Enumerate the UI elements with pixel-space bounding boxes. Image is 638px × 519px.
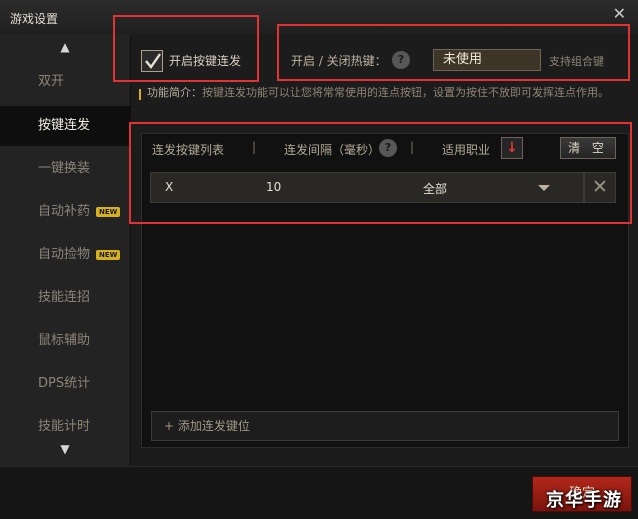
column-header-interval: 连发间隔（毫秒）	[284, 143, 381, 157]
sidebar-item-dps-stats[interactable]: DPS统计	[0, 364, 130, 404]
title-bar: 游戏设置 ✕	[0, 0, 638, 35]
row-interval[interactable]: 10	[266, 180, 281, 194]
footer-bar: 确定	[0, 466, 638, 519]
intro-marker	[139, 89, 141, 100]
main-panel: 开启按键连发 开启 / 关闭热键： ? 未使用 支持组合键 功能简介：按键连发功…	[131, 34, 638, 466]
sidebar-item-label: 自动捡物	[38, 247, 91, 262]
help-icon[interactable]: ?	[392, 51, 410, 69]
sidebar-item-auto-potion[interactable]: 自动补药 NEW	[0, 192, 130, 232]
sidebar-item-mouse-assist[interactable]: 鼠标辅助	[0, 321, 130, 361]
new-badge: NEW	[96, 206, 121, 217]
sidebar-item-skill-combo[interactable]: 技能连招	[0, 278, 130, 318]
clear-button[interactable]: 清 空	[560, 137, 616, 159]
sidebar-item-dual-open[interactable]: 双开	[0, 62, 130, 102]
intro-title: 功能简介：	[147, 86, 202, 99]
scroll-up-icon[interactable]: ▲	[0, 40, 130, 54]
enable-checkbox[interactable]	[141, 50, 163, 72]
chevron-down-icon[interactable]	[538, 185, 550, 191]
sidebar-item-label: DPS统计	[38, 376, 91, 391]
intro-text: 按键连发功能可以让您将常常使用的连点按钮，设置为按住不放即可发挥连点作用。	[202, 86, 609, 99]
sidebar-item-auto-loot[interactable]: 自动捡物 NEW	[0, 235, 130, 275]
hotkey-input[interactable]: 未使用	[433, 49, 541, 71]
close-icon[interactable]: ✕	[613, 4, 626, 23]
row-key: X	[165, 180, 174, 194]
sidebar-item-key-repeat[interactable]: 按键连发	[0, 106, 130, 146]
table-row[interactable]: X 10 全部	[150, 172, 584, 203]
sidebar-item-quick-equip[interactable]: 一键换装	[0, 149, 130, 189]
watermark: 京华手游	[546, 490, 622, 511]
checkmark-icon	[145, 53, 161, 69]
sort-down-icon[interactable]: ↓	[501, 137, 523, 159]
scroll-down-icon[interactable]: ▼	[0, 442, 130, 456]
sidebar-item-label: 双开	[38, 74, 65, 89]
column-header-keys: 连发按键列表	[152, 143, 225, 157]
sidebar-item-label: 鼠标辅助	[38, 333, 91, 348]
new-badge: NEW	[96, 249, 121, 260]
key-repeat-panel: 连发按键列表 | 连发间隔（毫秒） ? | 适用职业 ↓ 清 空 X 10 全部…	[141, 133, 629, 448]
row-job: 全部	[423, 182, 448, 196]
column-header-job: 适用职业	[442, 143, 491, 157]
help-icon[interactable]: ?	[379, 139, 397, 157]
sidebar-item-label: 一键换装	[38, 161, 91, 176]
sidebar-item-skill-timer[interactable]: 技能计时	[0, 407, 130, 447]
combo-key-hint: 支持组合键	[549, 55, 604, 68]
feature-intro: 功能简介：按键连发功能可以让您将常常使用的连点按钮，设置为按住不放即可发挥连点作…	[147, 85, 631, 100]
enable-checkbox-label: 开启按键连发	[169, 54, 242, 68]
sidebar-item-label: 按键连发	[38, 118, 91, 133]
column-separator: |	[252, 140, 257, 154]
sidebar-item-label: 自动补药	[38, 204, 91, 219]
table-header: 连发按键列表 | 连发间隔（毫秒） ? | 适用职业 ↓ 清 空	[142, 134, 628, 164]
sidebar-item-label: 技能计时	[38, 419, 91, 434]
column-separator: |	[410, 140, 415, 154]
add-key-button[interactable]: + 添加连发键位	[151, 411, 619, 441]
window-title: 游戏设置	[10, 12, 59, 26]
sidebar: ▲ 双开 按键连发 一键换装 自动补药 NEW 自动捡物 NEW 技能连招 鼠标辅助…	[0, 34, 131, 466]
sidebar-item-label: 技能连招	[38, 290, 91, 305]
hotkey-label: 开启 / 关闭热键：	[291, 54, 387, 68]
delete-row-button[interactable]: ✕	[584, 172, 616, 203]
